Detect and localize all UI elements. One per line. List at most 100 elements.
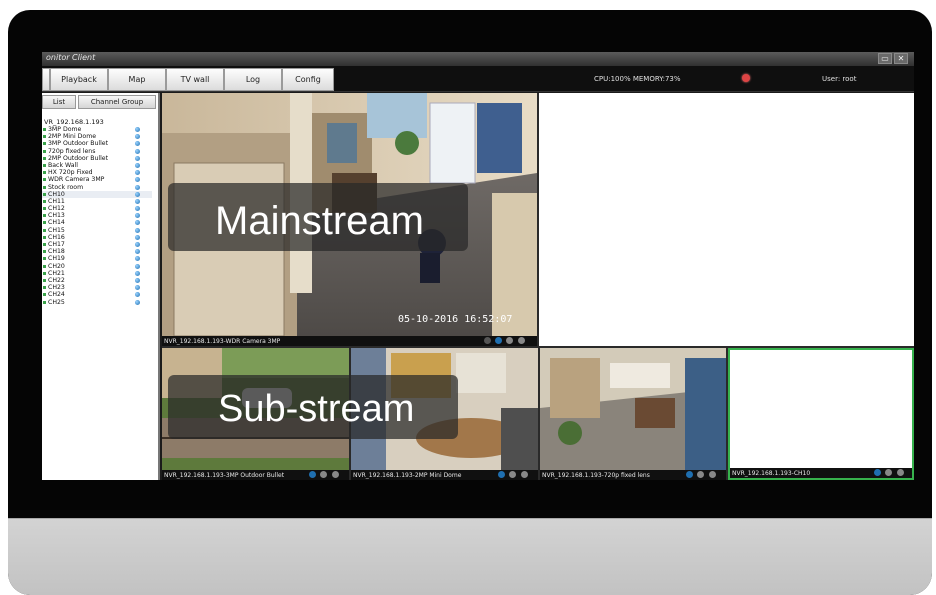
video-cell-4[interactable]: NVR_192.168.1.193-CH10 [728, 348, 914, 480]
restore-button[interactable]: ▭ [878, 53, 892, 64]
tab-playback[interactable]: Playback [50, 68, 108, 91]
channel-item[interactable]: 3MP Dome [42, 126, 152, 133]
tab-live[interactable] [42, 68, 50, 91]
close-video-icon[interactable] [518, 337, 525, 344]
title-bar: onitor Client ▭ ✕ [42, 52, 914, 66]
snapshot-icon[interactable] [506, 337, 513, 344]
channel-item[interactable]: CH13 [42, 212, 152, 219]
substream-label: Sub-stream [218, 388, 415, 430]
camera-name: NVR_192.168.1.193-2MP Mini Dome [353, 472, 462, 479]
snapshot-icon[interactable] [697, 471, 704, 478]
channel-item[interactable]: 2MP Mini Dome [42, 133, 152, 140]
tab-map[interactable]: Map [108, 68, 166, 91]
camera-name: NVR_192.168.1.193-720p fixed lens [542, 472, 650, 479]
camera-icon [43, 214, 46, 218]
channel-item[interactable]: CH11 [42, 198, 152, 205]
video-cell-empty[interactable] [539, 93, 914, 346]
channel-item[interactable]: CH21 [42, 270, 152, 277]
playback-icon[interactable] [495, 337, 502, 344]
tab-tv-wall[interactable]: TV wall [166, 68, 224, 91]
channel-status-icon [135, 256, 140, 262]
camera-name: NVR_192.168.1.193-WDR Camera 3MP [164, 338, 281, 345]
camera-icon [43, 300, 46, 304]
channel-status-icon [135, 277, 140, 283]
channel-item[interactable]: 720p fixed lens [42, 148, 152, 155]
camera-icon [43, 135, 46, 139]
channel-label: 2MP Mini Dome [48, 133, 97, 141]
camera-icon [43, 228, 46, 232]
channel-item[interactable]: CH25 [42, 299, 152, 306]
alarm-icon[interactable] [742, 74, 750, 82]
video-timestamp: 05-10-2016 16:52:07 [398, 314, 513, 325]
close-button[interactable]: ✕ [894, 53, 908, 64]
close-video-icon[interactable] [521, 471, 528, 478]
camera-icon [43, 243, 46, 246]
tab-log[interactable]: Log [224, 68, 282, 91]
channel-item[interactable]: 3MP Outdoor Bullet [42, 140, 152, 147]
channel-label: CH12 [48, 205, 65, 213]
snapshot-icon[interactable] [885, 469, 892, 476]
channel-status-icon [135, 155, 140, 161]
channel-status-icon [135, 148, 140, 154]
tab-channel-group[interactable]: Channel Group [78, 95, 156, 109]
camera-icon [43, 257, 46, 261]
video-cell-main[interactable]: Mainstream 05-10-2016 16:52:07 NVR_192.1… [162, 93, 537, 346]
channel-label: 3MP Dome [48, 126, 82, 133]
channel-label: CH22 [48, 276, 65, 284]
channel-item[interactable]: CH10 [42, 190, 152, 198]
channel-status-icon [135, 191, 140, 197]
channel-status-icon [135, 141, 140, 147]
tab-list[interactable]: List [42, 95, 76, 109]
channel-status-icon [135, 213, 140, 219]
channel-status-icon [135, 227, 140, 233]
close-video-icon[interactable] [897, 469, 904, 476]
camera-icon [43, 199, 46, 203]
channel-item[interactable]: Stock room [42, 184, 152, 191]
record-icon[interactable] [484, 337, 491, 344]
camera-name: NVR_192.168.1.193-3MP Outdoor Bullet [164, 472, 285, 479]
channel-status-icon [135, 270, 140, 276]
camera-icon [43, 250, 46, 254]
channel-label: CH19 [48, 255, 65, 263]
channel-label: CH15 [48, 226, 65, 234]
channel-item[interactable]: CH15 [42, 227, 152, 234]
playback-icon[interactable] [498, 471, 505, 478]
channel-label: 2MP Outdoor Bullet [48, 154, 109, 162]
cpu-memory-status: CPU:100% MEMORY:73% [594, 75, 681, 83]
playback-icon[interactable] [686, 471, 693, 478]
channel-label: WDR Camera 3MP [48, 176, 105, 184]
tab-config[interactable]: Config [282, 68, 334, 91]
camera-icon [43, 171, 46, 175]
channel-label: CH13 [48, 212, 65, 220]
channel-item[interactable]: 2MP Outdoor Bullet [42, 155, 152, 162]
channel-item[interactable]: CH20 [42, 263, 152, 270]
camera-icon [43, 178, 46, 182]
channel-item[interactable]: CH12 [42, 205, 152, 212]
channel-item[interactable]: CH17 [42, 241, 152, 248]
channel-item[interactable]: WDR Camera 3MP [42, 176, 152, 183]
camera-icon [43, 192, 46, 196]
channel-item[interactable]: CH19 [42, 255, 152, 262]
mainstream-label: Mainstream [215, 199, 424, 243]
channel-item[interactable]: HX 720p Fixed [42, 169, 152, 176]
video-cell-3[interactable]: NVR_192.168.1.193-720p fixed lens [540, 348, 726, 480]
channel-item[interactable]: CH16 [42, 234, 152, 241]
channel-item[interactable]: CH23 [42, 284, 152, 291]
channel-item[interactable]: CH22 [42, 277, 152, 284]
camera-icon [43, 293, 46, 297]
close-video-icon[interactable] [332, 471, 339, 478]
playback-icon[interactable] [874, 469, 881, 476]
channel-item[interactable]: Back Wall [42, 162, 152, 169]
channel-item[interactable]: CH24 [42, 291, 152, 298]
monitor-frame: onitor Client ▭ ✕ Playback Map TV wall L… [8, 10, 932, 595]
channel-status-icon [135, 249, 140, 255]
snapshot-icon[interactable] [320, 471, 327, 478]
device-node[interactable]: VR_192.168.1.193 [44, 118, 104, 126]
camera-icon [43, 128, 46, 131]
channel-item[interactable]: CH14 [42, 219, 152, 226]
close-video-icon[interactable] [709, 471, 716, 478]
snapshot-icon[interactable] [509, 471, 516, 478]
app-window: onitor Client ▭ ✕ Playback Map TV wall L… [42, 52, 914, 480]
channel-item[interactable]: CH18 [42, 248, 152, 255]
playback-icon[interactable] [309, 471, 316, 478]
